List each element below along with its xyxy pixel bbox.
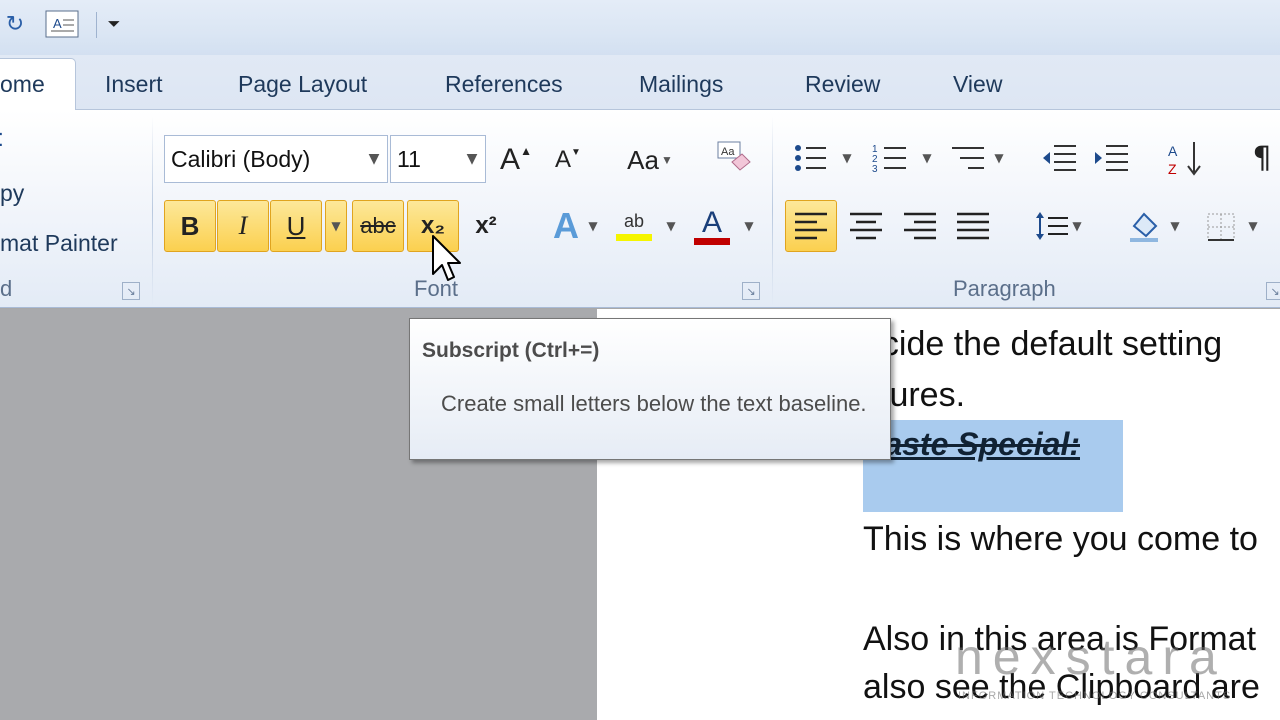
font-color-bar xyxy=(694,237,730,245)
svg-text:A: A xyxy=(53,16,62,31)
change-case-button[interactable]: Aa ▼ xyxy=(620,140,680,180)
underline-button[interactable]: U xyxy=(270,200,322,252)
align-center-icon xyxy=(850,212,882,240)
tab-home[interactable]: ome xyxy=(0,58,76,111)
align-left-button[interactable] xyxy=(785,200,837,252)
change-case-label: Aa xyxy=(627,144,659,175)
tooltip-title: Subscript (Ctrl+=) xyxy=(422,339,600,362)
svg-text:Z: Z xyxy=(1168,161,1177,177)
superscript-label: x² xyxy=(475,212,497,239)
multilevel-list-icon[interactable] xyxy=(948,138,988,178)
tab-insert[interactable]: Insert xyxy=(105,71,163,98)
tab-mailings[interactable]: Mailings xyxy=(639,71,723,98)
paragraph-group-label: Paragraph xyxy=(953,276,1056,301)
clear-formatting-icon[interactable]: Aa xyxy=(714,138,754,178)
underline-dropdown-icon[interactable]: ▼ xyxy=(325,200,347,252)
underline-label: U xyxy=(286,210,306,241)
numbering-icon[interactable]: 123 xyxy=(870,138,910,178)
font-size-value: 11 xyxy=(397,145,421,172)
qat-separator xyxy=(96,12,97,38)
bold-label: B xyxy=(180,210,200,241)
strikethrough-button[interactable]: abc xyxy=(352,200,404,252)
highlight-label: ab xyxy=(623,211,645,231)
document-heading[interactable]: Paste Special: xyxy=(863,426,1080,463)
grow-font-icon[interactable]: A ▲ xyxy=(496,140,536,180)
borders-icon xyxy=(1207,213,1235,241)
shading-icon xyxy=(1130,212,1158,242)
brand-watermark: nexstara xyxy=(955,629,1227,685)
shading-dropdown-icon[interactable]: ▼ xyxy=(1164,200,1186,252)
chevron-down-icon[interactable]: ▼ xyxy=(361,151,387,167)
cut-icon[interactable]: ⁚ xyxy=(0,130,4,151)
group-separator xyxy=(772,116,773,306)
tab-view[interactable]: View xyxy=(953,71,1002,98)
justify-button[interactable] xyxy=(947,200,999,252)
numbering-dropdown-icon[interactable]: ▼ xyxy=(916,132,938,184)
borders-button[interactable] xyxy=(1194,200,1246,252)
tab-references[interactable]: References xyxy=(445,71,563,98)
multilevel-dropdown-icon[interactable]: ▼ xyxy=(988,132,1010,184)
bullets-icon[interactable] xyxy=(790,138,830,178)
align-left-icon xyxy=(795,212,827,240)
font-color-label: A xyxy=(701,205,722,239)
show-marks-label: ¶ xyxy=(1252,140,1272,176)
svg-text:Aa: Aa xyxy=(721,146,735,158)
decrease-indent-icon[interactable] xyxy=(1040,138,1080,178)
redo-icon[interactable]: ↻ xyxy=(0,8,30,40)
customize-qat-icon[interactable]: ⏷ xyxy=(104,8,124,40)
subscript-tooltip: Subscript (Ctrl+=) Create small letters … xyxy=(409,318,891,460)
document-text-line[interactable]: This is where you come to xyxy=(863,520,1258,559)
line-spacing-icon xyxy=(1036,212,1068,240)
show-formatting-marks-icon[interactable]: ¶ xyxy=(1242,138,1280,178)
quick-access-toolbar: ↻ A ⏷ xyxy=(0,0,1280,55)
shrink-font-icon[interactable]: A ▼ xyxy=(548,140,588,180)
superscript-button[interactable]: x² xyxy=(460,200,512,252)
align-right-button[interactable] xyxy=(894,200,946,252)
tab-review[interactable]: Review xyxy=(805,71,880,98)
increase-indent-icon[interactable] xyxy=(1092,138,1132,178)
ribbon: ⁚ py mat Painter d ↘ Calibri (Body) ▼ 11… xyxy=(0,110,1280,308)
font-color-dropdown-icon[interactable]: ▼ xyxy=(738,200,760,252)
justify-icon xyxy=(957,212,989,240)
shading-button[interactable] xyxy=(1118,200,1170,252)
group-separator xyxy=(152,116,153,306)
copy-button[interactable]: py xyxy=(0,180,24,207)
tab-page-layout[interactable]: Page Layout xyxy=(238,71,367,98)
bullets-dropdown-icon[interactable]: ▼ xyxy=(836,132,858,184)
sort-icon[interactable]: AZ xyxy=(1164,138,1204,178)
font-color-button[interactable]: A xyxy=(686,200,738,252)
font-dialog-launcher-icon[interactable]: ↘ xyxy=(742,282,760,300)
highlight-dropdown-icon[interactable]: ▼ xyxy=(660,200,682,252)
text-highlight-button[interactable]: ab xyxy=(608,200,660,252)
chevron-down-icon[interactable]: ▼ xyxy=(459,151,485,167)
font-name-value: Calibri (Body) xyxy=(171,145,311,172)
align-right-icon xyxy=(904,212,936,240)
svg-text:3: 3 xyxy=(872,164,878,175)
clipboard-group-label: d xyxy=(0,276,13,301)
format-painter-button[interactable]: mat Painter xyxy=(0,230,118,257)
document-icon[interactable]: A xyxy=(44,8,80,40)
clipboard-dialog-launcher-icon[interactable]: ↘ xyxy=(122,282,140,300)
bold-button[interactable]: B xyxy=(164,200,216,252)
tooltip-description: Create small letters below the text base… xyxy=(441,391,867,416)
brand-tagline: INFORMATION TECHNOLOGY CONSULTANTS xyxy=(958,690,1232,702)
line-spacing-dropdown-icon[interactable]: ▼ xyxy=(1066,200,1088,252)
font-name-combo[interactable]: Calibri (Body) ▼ xyxy=(164,135,388,183)
mouse-cursor-icon xyxy=(432,235,461,281)
align-center-button[interactable] xyxy=(840,200,892,252)
document-text-line[interactable]: ecide the default setting xyxy=(863,325,1222,364)
paragraph-dialog-launcher-icon[interactable]: ↘ xyxy=(1266,282,1280,300)
italic-label: I xyxy=(238,211,248,240)
svg-text:A: A xyxy=(1168,143,1178,159)
ribbon-tabs: ome Insert Page Layout References Mailin… xyxy=(0,55,1280,111)
font-size-combo[interactable]: 11 ▼ xyxy=(390,135,486,183)
borders-dropdown-icon[interactable]: ▼ xyxy=(1242,200,1264,252)
text-effects-dropdown-icon[interactable]: ▼ xyxy=(582,200,604,252)
strike-label: abc xyxy=(360,213,396,238)
italic-button[interactable]: I xyxy=(217,200,269,252)
highlight-color-bar xyxy=(616,234,652,241)
